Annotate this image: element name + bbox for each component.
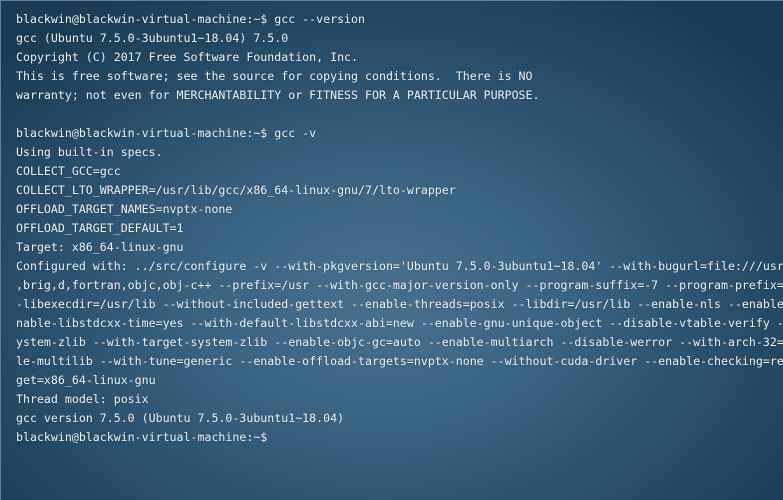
output-line: gcc version 7.5.0 (Ubuntu 7.5.0-3ubuntu1… — [16, 411, 345, 425]
output-line: le-multilib --with-tune=generic --enable… — [16, 354, 783, 368]
output-line: gcc (Ubuntu 7.5.0-3ubuntu1~18.04) 7.5.0 — [16, 31, 289, 45]
prompt-line[interactable]: blackwin@blackwin-virtual-machine:~$ — [16, 428, 783, 447]
output-line: Target: x86_64-linux-gnu — [16, 240, 184, 254]
terminal-window[interactable]: blackwin@blackwin-virtual-machine:~$ gcc… — [0, 0, 783, 500]
output-line: OFFLOAD_TARGET_DEFAULT=1 — [16, 221, 184, 235]
output-line: COLLECT_LTO_WRAPPER=/usr/lib/gcc/x86_64-… — [16, 183, 456, 197]
output-line: Configured with: ../src/configure -v --w… — [16, 259, 783, 273]
output-line: ystem-zlib --with-target-system-zlib --e… — [16, 335, 783, 349]
command-line: blackwin@blackwin-virtual-machine:~$ gcc… — [16, 12, 366, 26]
command-line: blackwin@blackwin-virtual-machine:~$ gcc… — [16, 126, 317, 140]
output-line: Thread model: posix — [16, 392, 149, 406]
output-line: OFFLOAD_TARGET_NAMES=nvptx-none — [16, 202, 233, 216]
output-line: This is free software; see the source fo… — [16, 69, 533, 83]
output-line: warranty; not even for MERCHANTABILITY o… — [16, 88, 540, 102]
terminal-output[interactable]: blackwin@blackwin-virtual-machine:~$ gcc… — [16, 10, 783, 447]
output-line: Copyright (C) 2017 Free Software Foundat… — [16, 50, 359, 64]
output-line: nable-libstdcxx-time=yes --with-default-… — [16, 316, 783, 330]
shell-prompt: blackwin@blackwin-virtual-machine:~$ — [16, 430, 275, 444]
output-line: COLLECT_GCC=gcc — [16, 164, 121, 178]
output-line: get=x86_64-linux-gnu — [16, 373, 156, 387]
output-line: Using built-in specs. — [16, 145, 163, 159]
output-line: -libexecdir=/usr/lib --without-included-… — [16, 297, 783, 311]
output-line: ,brig,d,fortran,objc,obj-c++ --prefix=/u… — [16, 278, 783, 292]
text-cursor — [274, 429, 281, 443]
